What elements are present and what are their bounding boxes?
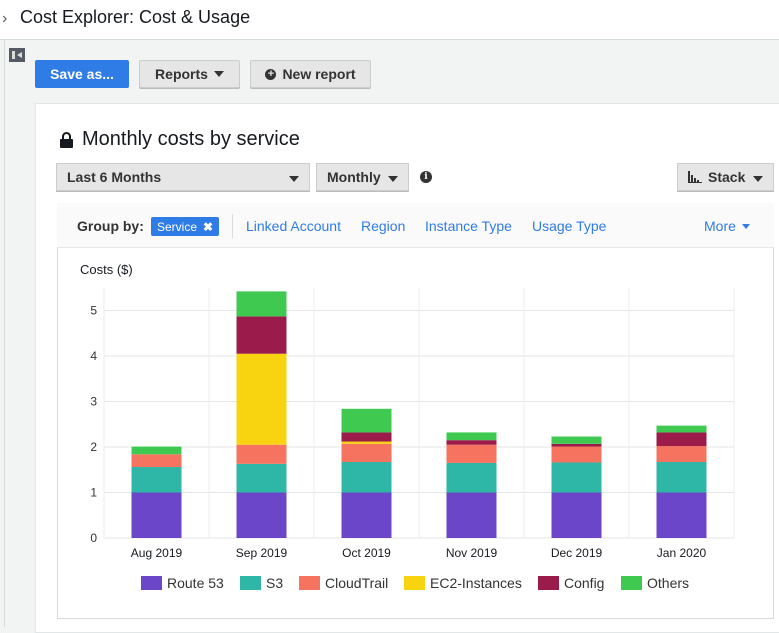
reports-label: Reports <box>155 66 208 82</box>
new-report-label: New report <box>282 66 356 82</box>
group-by-chip-service[interactable]: Service ✖ <box>151 217 220 236</box>
save-as-button[interactable]: Save as... <box>35 60 129 88</box>
new-report-button[interactable]: + New report <box>250 60 371 88</box>
panel-toggle-icon[interactable] <box>9 48 25 62</box>
bar-chart-icon <box>688 171 702 183</box>
group-by-linked-account[interactable]: Linked Account <box>246 218 341 234</box>
report-title-text: Monthly costs by service <box>82 128 300 150</box>
plus-circle-icon: + <box>265 68 277 80</box>
report-title: Monthly costs by service <box>60 128 300 151</box>
caret-down-icon <box>213 71 224 77</box>
time-range-value: Last 6 Months <box>67 169 162 185</box>
page-title: Cost Explorer: Cost & Usage <box>20 7 251 27</box>
chart-style-value: Stack <box>708 169 746 185</box>
caret-down-icon <box>753 176 763 182</box>
lock-icon <box>60 131 73 148</box>
page-header: › Cost Explorer: Cost & Usage <box>0 0 779 40</box>
group-by-more-button[interactable]: More <box>704 218 750 234</box>
reports-button[interactable]: Reports <box>139 60 240 88</box>
more-label: More <box>704 218 736 234</box>
group-by-usage-type[interactable]: Usage Type <box>532 218 606 234</box>
caret-down-icon <box>741 223 750 229</box>
group-by-label: Group by: <box>77 218 144 234</box>
group-by-chip-label: Service <box>157 219 198 234</box>
caret-down-icon <box>388 176 398 182</box>
group-by-instance-type[interactable]: Instance Type <box>425 218 512 234</box>
sidebar-divider <box>4 40 5 627</box>
granularity-value: Monthly <box>327 169 381 185</box>
close-icon[interactable]: ✖ <box>203 220 213 234</box>
divider <box>232 214 233 238</box>
group-by-region[interactable]: Region <box>361 218 405 234</box>
info-icon[interactable]: i <box>420 171 432 183</box>
chart-style-dropdown[interactable]: Stack <box>677 163 774 191</box>
time-range-dropdown[interactable]: Last 6 Months <box>56 163 310 191</box>
chart-container <box>57 203 774 619</box>
granularity-dropdown[interactable]: Monthly <box>316 163 409 191</box>
caret-down-icon <box>289 176 299 182</box>
chevron-right-icon[interactable]: › <box>2 10 7 28</box>
save-as-label: Save as... <box>50 66 114 82</box>
